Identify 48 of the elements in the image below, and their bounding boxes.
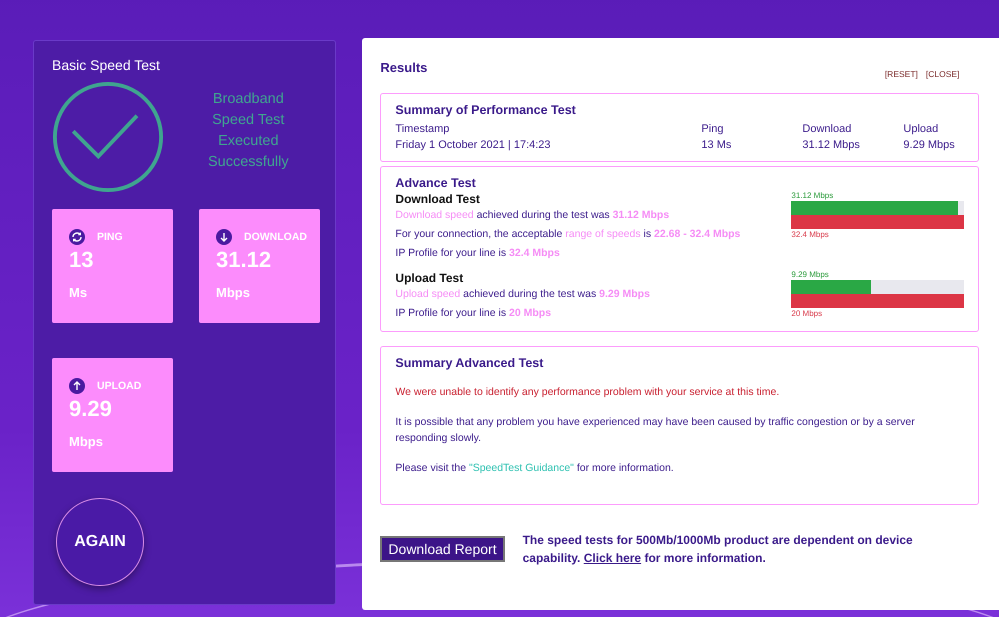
- result-sentence: IP Profile for your line is 20 Mbps: [395, 306, 552, 321]
- column-value: Friday 1 October 2021 | 17:4:23: [395, 138, 552, 153]
- test-title: Download Test: [395, 192, 481, 206]
- refresh-icon: [69, 229, 85, 245]
- column-value: 13 Ms: [701, 138, 732, 153]
- tile-value: 9.29: [69, 396, 113, 422]
- tile-label: UPLOAD: [97, 380, 142, 392]
- card-title: Summary Advanced Test: [395, 356, 544, 370]
- result-sentence: IP Profile for your line is 32.4 Mbps: [395, 246, 561, 261]
- column-label: Upload: [903, 122, 940, 137]
- tile-unit: Mbps: [69, 434, 104, 449]
- status-text: Executed: [217, 132, 280, 151]
- result-sentence: Download speed achieved during the test was 31.12 Mbps: [395, 208, 670, 223]
- status-text: Broadband: [212, 90, 285, 109]
- column-value: 9.29 Mbps: [903, 138, 955, 153]
- tile-value: 31.12: [216, 247, 272, 273]
- profile-label: 20 Mbps: [791, 308, 824, 319]
- card-title: Advance Test: [395, 176, 477, 190]
- column-label: Ping: [701, 122, 724, 137]
- results-title: Results: [380, 60, 428, 77]
- tile-label: PING: [97, 231, 123, 243]
- tile-label: DOWNLOAD: [244, 231, 307, 243]
- summary-paragraph: We were unable to identify any performance problem with your service at this time.: [395, 385, 780, 400]
- action-link[interactable]: [CLOSE]: [926, 69, 960, 79]
- tile-unit: Mbps: [216, 285, 251, 300]
- column-label: Timestamp: [395, 122, 450, 137]
- test-title: Upload Test: [395, 271, 464, 285]
- column-value: 31.12 Mbps: [802, 138, 861, 153]
- click-here-link[interactable]: Click here: [584, 551, 642, 565]
- panel-title: Basic Speed Test: [52, 57, 161, 73]
- column-label: Download: [802, 122, 852, 137]
- tile-unit: Ms: [69, 285, 88, 300]
- again-button[interactable]: AGAIN: [56, 498, 144, 586]
- check-circle-icon: [52, 81, 164, 193]
- card-title: Summary of Performance Test: [395, 103, 577, 117]
- tile-value: 13: [69, 247, 94, 273]
- result-sentence: For your connection, the acceptable range of speeds is 22.68 - 32.4 Mbps: [395, 227, 740, 242]
- summary-paragraph: Please visit the "SpeedTest Guidance" for more information.: [395, 461, 675, 476]
- download-report-button[interactable]: Download Report: [380, 536, 505, 562]
- summary-paragraph: It is possible that any problem you have experienced may have been caused by traffic congestion or by a server responding slowly.: [395, 415, 916, 446]
- action-link[interactable]: [RESET]: [884, 69, 918, 79]
- capability-note: The speed tests for 500Mb/1000Mb product are dependent on device capability. Click here for more information.: [522, 532, 914, 567]
- status-text: Speed Test: [211, 111, 286, 130]
- speed-label: 9.29 Mbps: [791, 269, 830, 280]
- status-text: Successfully: [208, 153, 289, 172]
- profile-label: 32.4 Mbps: [791, 229, 830, 240]
- result-sentence: Upload speed achieved during the test was 9.29 Mbps: [395, 287, 650, 302]
- speed-label: 31.12 Mbps: [791, 190, 834, 201]
